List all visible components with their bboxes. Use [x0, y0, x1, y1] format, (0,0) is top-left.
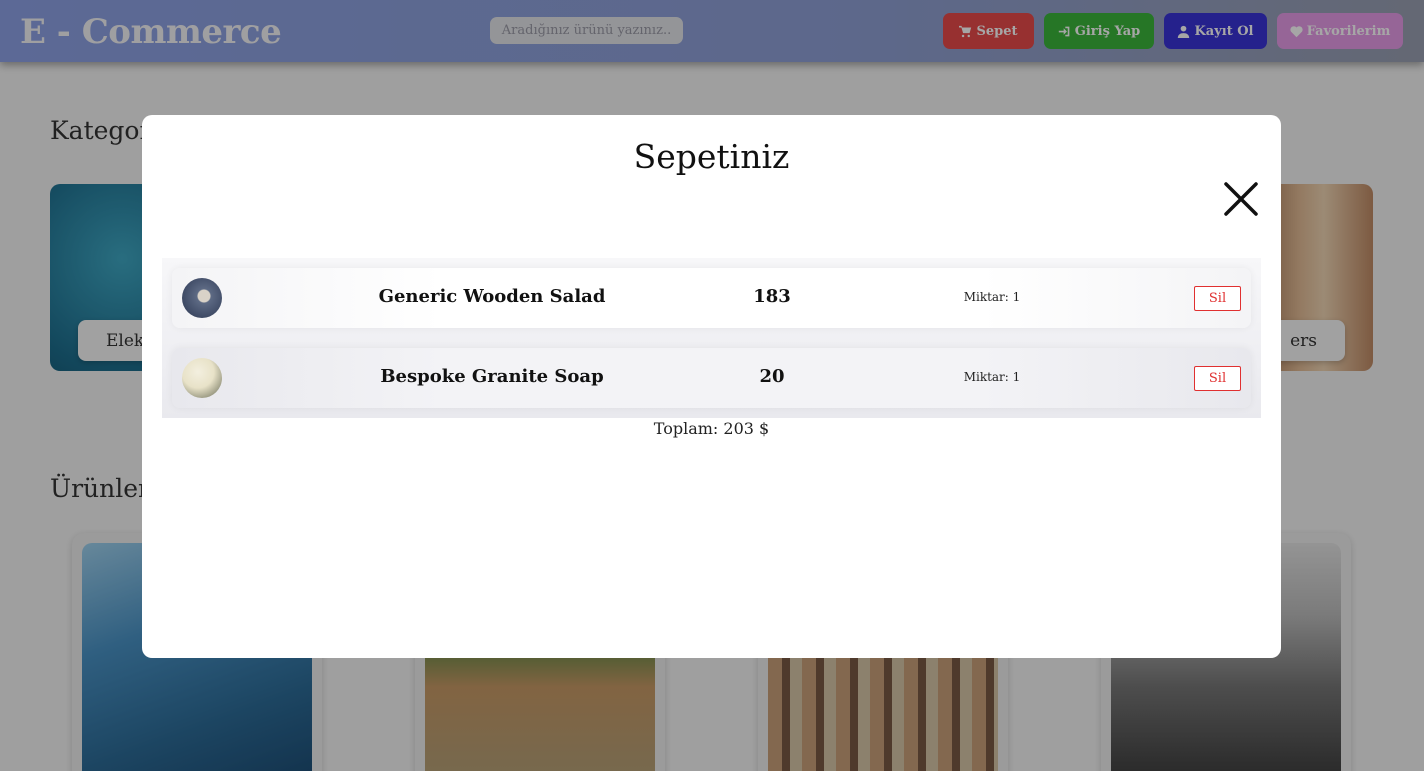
delete-button[interactable]: Sil — [1194, 366, 1241, 391]
close-button[interactable] — [1222, 180, 1260, 218]
item-quantity: Miktar: 1 — [963, 290, 1021, 304]
cart-total: Toplam: 203 $ — [653, 419, 770, 438]
modal-title: Sepetiniz — [633, 137, 790, 176]
cart-modal: Sepetiniz Generic Wooden Salad 183 Mikta… — [142, 115, 1281, 658]
cart-item: Bespoke Granite Soap 20 Miktar: 1 Sil — [172, 348, 1251, 408]
cart-item: Generic Wooden Salad 183 Miktar: 1 Sil — [172, 268, 1251, 328]
product-thumbnail — [182, 278, 222, 318]
cart-item-list: Generic Wooden Salad 183 Miktar: 1 Sil B… — [162, 258, 1261, 418]
product-thumbnail — [182, 358, 222, 398]
close-icon — [1224, 182, 1258, 216]
delete-button[interactable]: Sil — [1194, 286, 1241, 311]
item-price: 183 — [753, 286, 791, 307]
item-name: Generic Wooden Salad — [378, 286, 606, 307]
item-quantity: Miktar: 1 — [963, 370, 1021, 384]
item-name: Bespoke Granite Soap — [380, 366, 604, 387]
item-price: 20 — [759, 366, 785, 387]
